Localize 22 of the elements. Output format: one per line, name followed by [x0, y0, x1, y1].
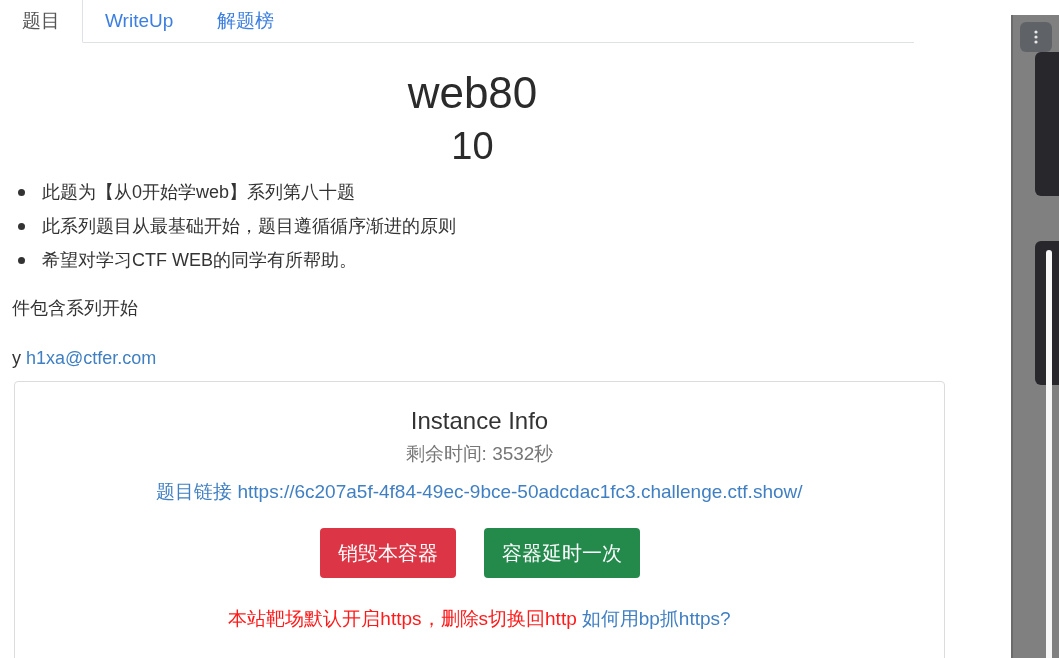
notice-text: 本站靶场默认开启https，删除s切换回http — [228, 607, 577, 631]
container-button[interactable]: 容器延时一次 — [483, 528, 640, 578]
bullet-icon — [18, 222, 25, 230]
email-link[interactable]: h1xa@ctfer.com — [26, 343, 157, 373]
author-text: y — [12, 347, 21, 370]
challenge-points: 10 — [451, 124, 494, 169]
description-text: 此题为【从0开始学web】系列第八十题 — [42, 181, 356, 204]
challenge-url-link[interactable]: https://6c207a5f-4f84-49ec-9bce-50adcdac1fc3.challenge.ctf.show/ — [237, 478, 803, 506]
description-text: 希望对学习CTF WEB的同学有所帮助。 — [42, 249, 357, 272]
time-remaining-text: 剩余时间: 3532秒 — [405, 442, 554, 466]
challenge-title: web80 — [407, 67, 538, 119]
scrollbar[interactable] — [1046, 250, 1052, 658]
kebab-icon — [1034, 30, 1038, 44]
note-text: 件包含系列开始 — [12, 297, 138, 320]
bullet-icon — [18, 256, 25, 264]
menu-button[interactable] — [1020, 22, 1052, 52]
link-label: 题目链接 — [156, 480, 233, 504]
instance-title: Instance Info — [410, 406, 549, 436]
help-link[interactable]: 如何用bp抓https? — [581, 605, 731, 633]
description-text: 此系列题目从最基础开始，题目遵循循序渐进的原则 — [42, 215, 456, 238]
container-button[interactable]: 销毁本容器 — [319, 528, 456, 578]
bullet-icon — [18, 188, 25, 196]
